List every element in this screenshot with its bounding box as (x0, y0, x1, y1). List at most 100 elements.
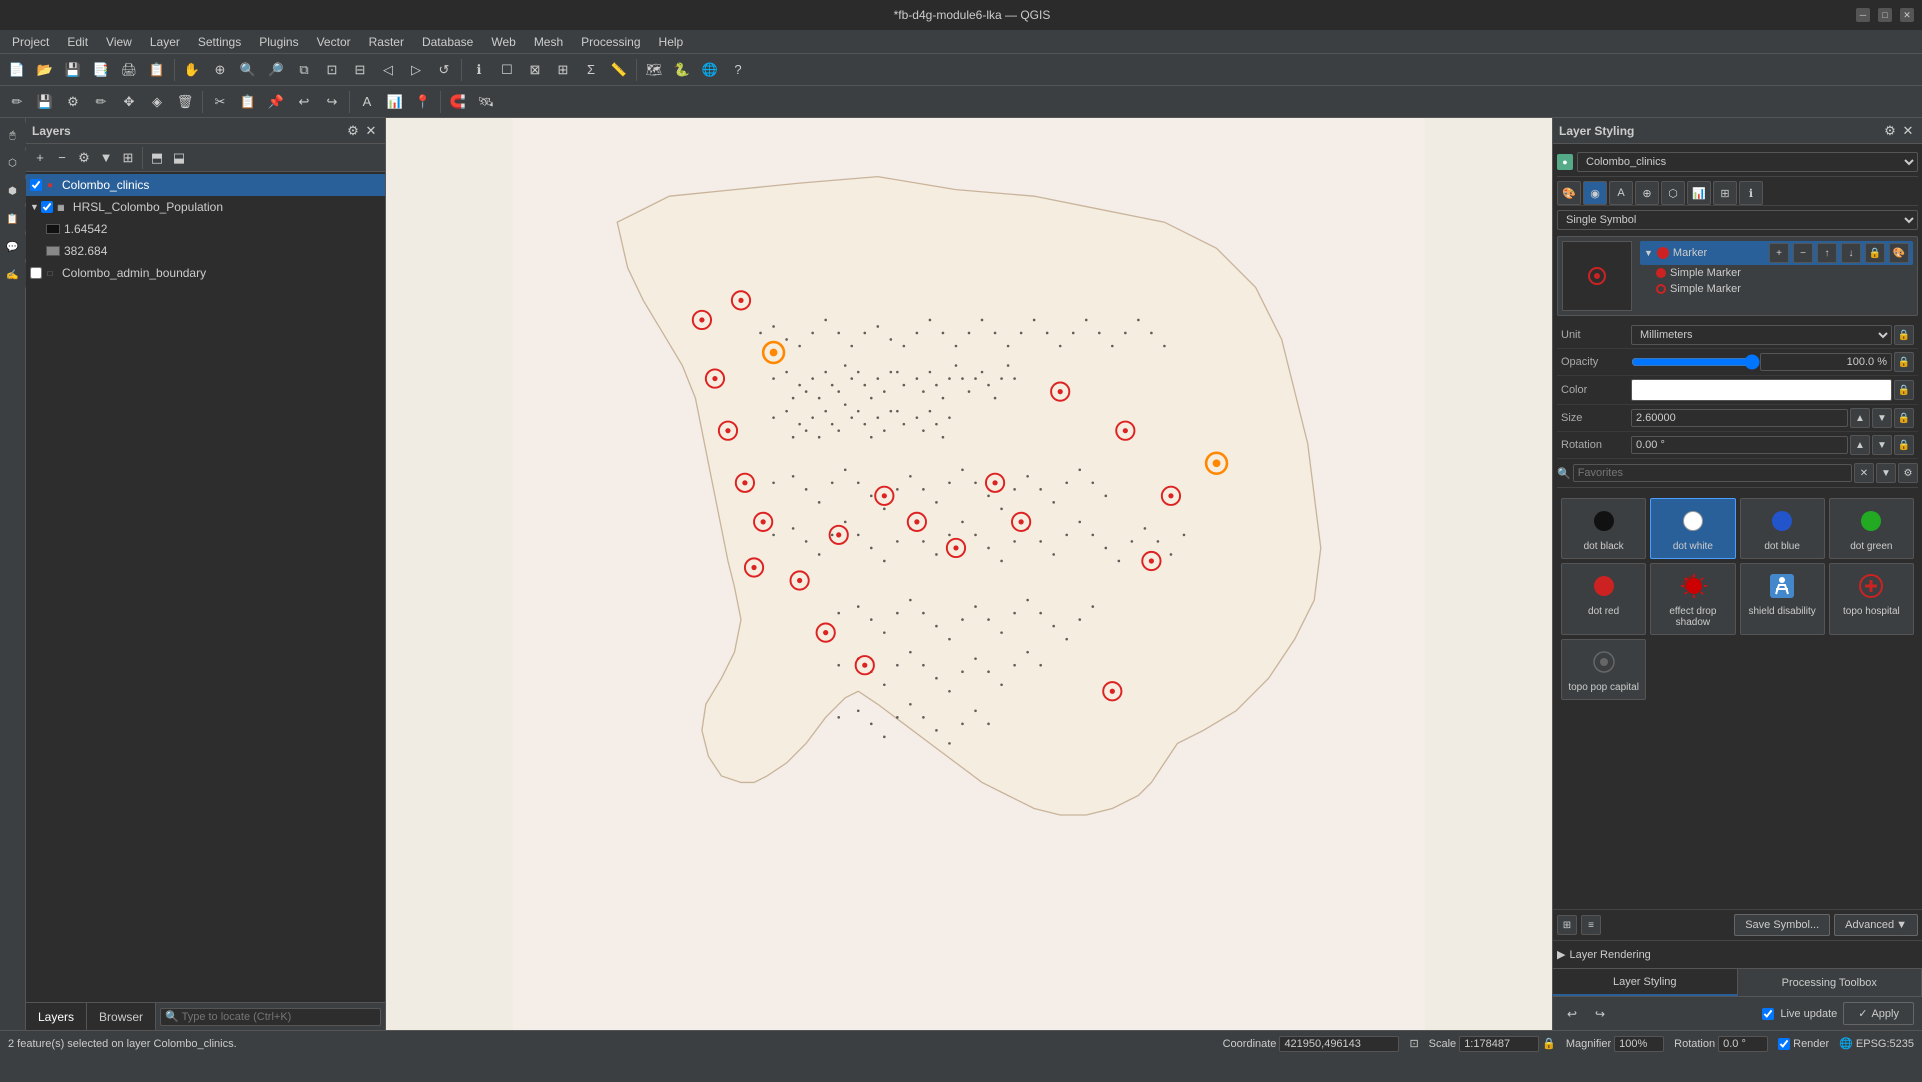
browser-button[interactable]: 🌐 (697, 57, 723, 83)
measure-button[interactable]: 📏 (606, 57, 632, 83)
size-down-btn[interactable]: ▼ (1872, 408, 1892, 428)
symbol-dot-green[interactable]: dot green (1829, 498, 1914, 559)
lock-btn[interactable]: 🔒 (1865, 243, 1885, 263)
touch-zoom-button[interactable]: 🖱 (0, 122, 26, 148)
tree-item-marker[interactable]: ▼ Marker + − ↑ ↓ 🔒 🎨 (1640, 241, 1913, 265)
menu-mesh[interactable]: Mesh (526, 33, 571, 51)
pan-button[interactable]: ✋ (179, 57, 205, 83)
open-project-button[interactable]: 📂 (32, 57, 58, 83)
tab-browser[interactable]: Browser (87, 1003, 156, 1030)
styling-close-button[interactable]: ✕ (1900, 123, 1916, 139)
menu-settings[interactable]: Settings (190, 33, 249, 51)
tree-item-simple-marker-1[interactable]: Simple Marker (1640, 265, 1913, 281)
zoom-out-button[interactable]: 🔎 (263, 57, 289, 83)
scale-lock-btn[interactable]: 🔒 (1542, 1037, 1556, 1050)
digitize-button2[interactable]: ⬡ (0, 150, 26, 176)
menu-project[interactable]: Project (4, 33, 57, 51)
move-up-btn[interactable]: ↑ (1817, 243, 1837, 263)
3d-tab[interactable]: ⬡ (1661, 181, 1685, 205)
list-view-btn[interactable]: ≡ (1581, 915, 1601, 935)
new-project-button[interactable]: 📄 (4, 57, 30, 83)
save-as-button[interactable]: 📑 (88, 57, 114, 83)
rotation-up-btn[interactable]: ▲ (1850, 435, 1870, 455)
filter-layer-button[interactable]: ▼ (96, 148, 116, 168)
rotation-lock-btn[interactable]: 🔒 (1894, 435, 1914, 455)
symbol-dot-white[interactable]: dot white (1650, 498, 1735, 559)
edit-tools-button[interactable]: ⚙ (60, 89, 86, 115)
symbol-dot-red[interactable]: dot red (1561, 563, 1646, 635)
tab-layer-styling[interactable]: Layer Styling (1553, 969, 1738, 996)
add-favorites-btn[interactable]: ▼ (1876, 463, 1896, 483)
opacity-slider[interactable] (1631, 354, 1760, 370)
layer-item-admin-boundary[interactable]: □ Colombo_admin_boundary (26, 262, 385, 284)
size-up-btn[interactable]: ▲ (1850, 408, 1870, 428)
zoom-full-button[interactable]: ⧉ (291, 57, 317, 83)
identify-button[interactable]: ℹ (466, 57, 492, 83)
menu-layer[interactable]: Layer (142, 33, 188, 51)
scale-input[interactable] (1459, 1036, 1539, 1052)
color-btn[interactable]: 🎨 (1889, 243, 1909, 263)
render-checkbox[interactable] (1778, 1038, 1790, 1050)
tab-layers[interactable]: Layers (26, 1003, 87, 1030)
zoom-in-button[interactable]: 🔍 (235, 57, 261, 83)
grid-view-btn[interactable]: ⊞ (1557, 915, 1577, 935)
zoom-layer-button[interactable]: ⊡ (319, 57, 345, 83)
locate-input[interactable] (160, 1008, 381, 1026)
advanced-button[interactable]: Advanced ▼ (1834, 914, 1918, 936)
add-marker-layer-btn[interactable]: + (1769, 243, 1789, 263)
add-layer-button[interactable]: + (30, 148, 50, 168)
digitize-button[interactable]: ✏ (88, 89, 114, 115)
gps-button[interactable]: 🛰 (473, 89, 499, 115)
fields-tab[interactable]: ⊞ (1713, 181, 1737, 205)
menu-edit[interactable]: Edit (59, 33, 96, 51)
python-console-button[interactable]: 🐍 (669, 57, 695, 83)
collapse-all-button[interactable]: ⬓ (169, 148, 189, 168)
select-features-button[interactable]: ☐ (494, 57, 520, 83)
symbol-topo-hospital[interactable]: topo hospital (1829, 563, 1914, 635)
diagram-tool-button[interactable]: 📊 (382, 89, 408, 115)
layers-close-button[interactable]: ✕ (363, 123, 379, 139)
toggle-editing-button[interactable]: ✏ (4, 89, 30, 115)
save-symbol-button[interactable]: Save Symbol... (1734, 914, 1830, 936)
size-lock-btn[interactable]: 🔒 (1894, 408, 1914, 428)
layer-item-hrsl[interactable]: ▼ ▦ HRSL_Colombo_Population (26, 196, 385, 218)
add-tile-button[interactable]: 🗺 (641, 57, 667, 83)
symbol-tab[interactable]: ◉ (1583, 181, 1607, 205)
deselect-button[interactable]: ⊠ (522, 57, 548, 83)
maximize-button[interactable]: □ (1878, 8, 1892, 22)
print-atlas-button[interactable]: 📋 (144, 57, 170, 83)
layer-rendering-header[interactable]: ▶ Layer Rendering (1557, 945, 1918, 964)
symbol-shield-disability[interactable]: shield disability (1740, 563, 1825, 635)
unit-select[interactable]: Millimeters (1631, 325, 1892, 345)
annotation-button[interactable]: ✍ (0, 262, 26, 288)
advanced-digitize-button[interactable]: ⬢ (0, 178, 26, 204)
symbol-dot-blue[interactable]: dot blue (1740, 498, 1825, 559)
zoom-selection-button[interactable]: ⊟ (347, 57, 373, 83)
layer-item-colombo-clinics[interactable]: ● Colombo_clinics (26, 174, 385, 196)
hrsl-expand-arrow[interactable]: ▼ (30, 202, 39, 212)
apply-button[interactable]: ✓ Apply (1843, 1002, 1914, 1025)
style-type-select[interactable]: Single Symbol (1557, 210, 1918, 230)
layer-check-clinics[interactable] (30, 179, 42, 191)
zoom-next-button[interactable]: ▷ (403, 57, 429, 83)
symbol-topo-pop-capital[interactable]: topo pop capital (1561, 639, 1646, 700)
menu-view[interactable]: View (98, 33, 140, 51)
layer-check-admin[interactable] (30, 267, 42, 279)
rotation-down-btn[interactable]: ▼ (1872, 435, 1892, 455)
pin-labels-button[interactable]: 📍 (410, 89, 436, 115)
tab-processing-toolbox[interactable]: Processing Toolbox (1738, 969, 1922, 996)
remove-layer-button[interactable]: − (52, 148, 72, 168)
mask-tab[interactable]: ⊕ (1635, 181, 1659, 205)
layer-select-dropdown[interactable]: Colombo_clinics (1577, 152, 1918, 172)
stats-button[interactable]: Σ (578, 57, 604, 83)
config-favorites-btn[interactable]: ⚙ (1898, 463, 1918, 483)
pan-to-selection-button[interactable]: ⊕ (207, 57, 233, 83)
paste-feature-button[interactable]: 📌 (263, 89, 289, 115)
undo-button[interactable]: ↩ (291, 89, 317, 115)
layers-options-button[interactable]: ⚙ (345, 123, 361, 139)
move-feature-button[interactable]: ✥ (116, 89, 142, 115)
remove-marker-layer-btn[interactable]: − (1793, 243, 1813, 263)
unit-lock-btn[interactable]: 🔒 (1894, 325, 1914, 345)
open-layer-properties-button[interactable]: ⚙ (74, 148, 94, 168)
symbol-dot-black[interactable]: dot black (1561, 498, 1646, 559)
